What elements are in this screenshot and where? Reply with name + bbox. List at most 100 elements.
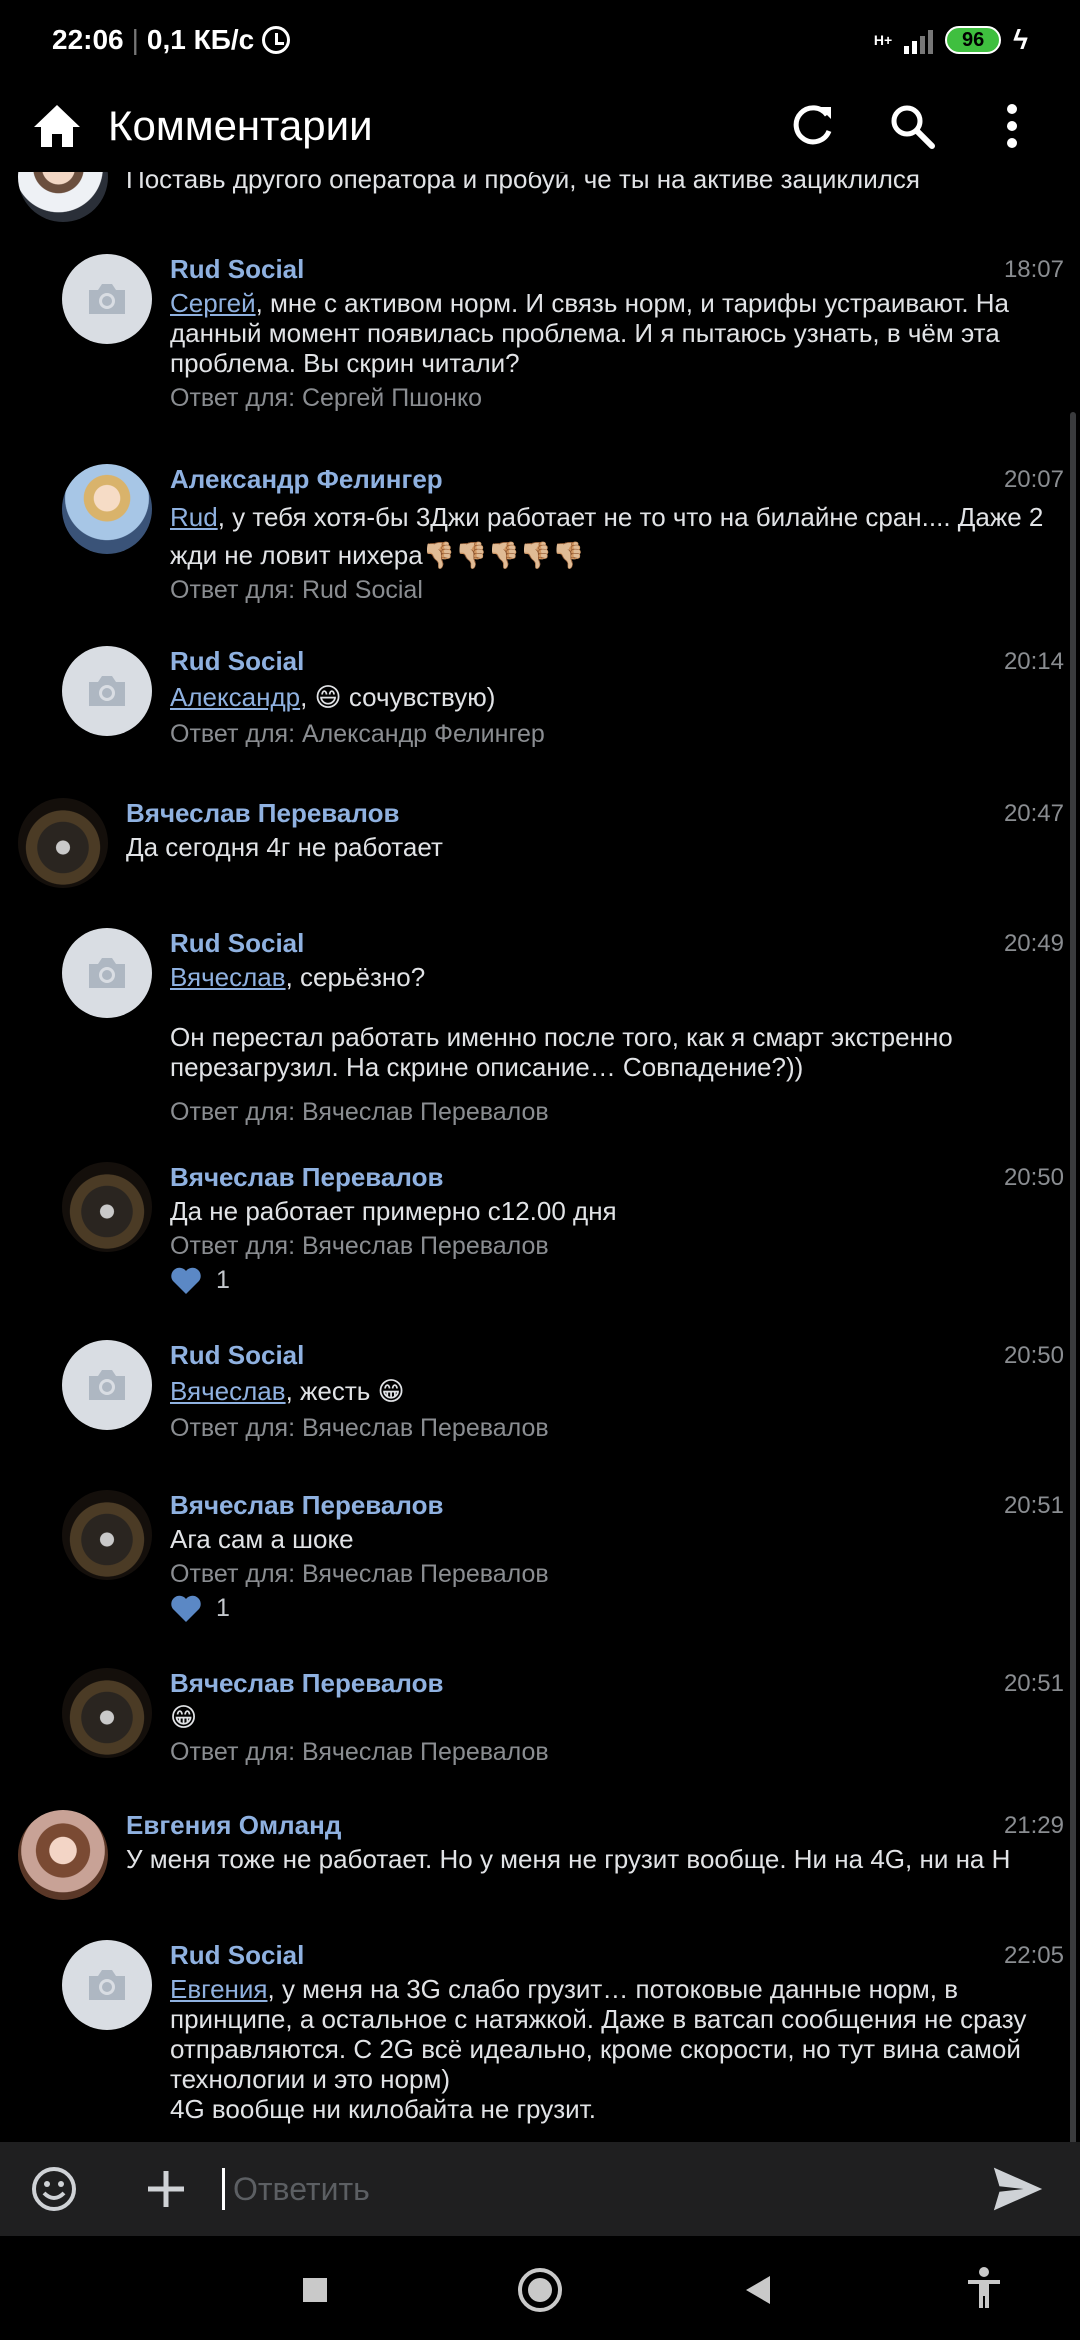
author-name[interactable]: Евгения Омланд <box>126 1810 341 1841</box>
avatar[interactable] <box>62 1940 152 2030</box>
mention-link[interactable]: Вячеслав <box>170 1376 286 1406</box>
comment-body: , мне с активом норм. И связь норм, и та… <box>170 288 1017 378</box>
comment-text: У меня тоже не работает. Но у меня не гр… <box>126 1844 1011 1874</box>
search-icon[interactable] <box>886 100 938 152</box>
avatar[interactable] <box>62 1162 152 1252</box>
mention-link[interactable]: Вячеслав <box>170 962 286 992</box>
comment-text-paragraph: Он перестал работать именно после того, … <box>170 1022 961 1082</box>
heart-icon <box>171 1267 201 1294</box>
home-icon[interactable] <box>28 97 86 155</box>
reply-to[interactable]: Ответ для: Вячеслав Перевалов <box>170 1560 549 1589</box>
status-bar: 22:06 | 0,1 КБ/с H+ 96 ϟ <box>0 0 1080 80</box>
author-name[interactable]: Вячеслав Перевалов <box>170 1668 443 1699</box>
comment-time: 22:05 <box>1003 1942 1064 1969</box>
like-count: 1 <box>216 1266 230 1294</box>
comment-time: 18:07 <box>1003 256 1064 283</box>
back-icon[interactable] <box>746 2276 770 2304</box>
thumbs-down-emoji: 👎🏼👎🏼👎🏼👎🏼👎🏼 <box>422 540 585 570</box>
comment-time: 21:29 <box>1003 1812 1064 1839</box>
emoji-icon[interactable] <box>28 2163 80 2215</box>
avatar[interactable] <box>18 172 108 222</box>
author-name[interactable]: Вячеслав Перевалов <box>170 1162 443 1193</box>
comment-time: 20:51 <box>1003 1670 1064 1697</box>
comment-text: Евгения, у меня на 3G слабо грузит… пото… <box>170 1974 1050 2124</box>
reply-to[interactable]: Ответ для: Вячеслав Перевалов <box>170 1232 549 1261</box>
app-bar: Комментарии <box>0 80 1080 172</box>
mention-link[interactable]: Евгения <box>170 1974 268 2004</box>
author-name[interactable]: Александр Фелингер <box>170 464 443 495</box>
author-name[interactable]: Вячеслав Перевалов <box>126 798 399 829</box>
avatar[interactable] <box>62 646 152 736</box>
author-name[interactable]: Вячеслав Перевалов <box>170 1490 443 1521</box>
comment-body: , серьёзно? <box>285 962 426 992</box>
status-time: 22:06 <box>52 24 124 55</box>
avatar[interactable] <box>62 1668 152 1758</box>
page-title: Комментарии <box>108 102 373 149</box>
avatar[interactable] <box>18 1810 108 1900</box>
comment-time: 20:49 <box>1003 930 1064 957</box>
comment-body: , у тебя хотя-бы 3Джи работает не то что… <box>170 502 1051 570</box>
reply-to[interactable]: Ответ для: Rud Social <box>170 576 423 605</box>
comment-body: , 😄 сочувствую) <box>300 682 496 712</box>
comment-text: Александр, 😄 сочувствую) <box>170 682 1050 712</box>
comments-feed[interactable]: Поставь другого оператора и пробуй, че т… <box>0 172 1080 2142</box>
comment-text: Да сегодня 4г не работает <box>126 832 443 862</box>
camera-icon <box>89 958 125 988</box>
comment-time: 20:51 <box>1003 1492 1064 1519</box>
author-name[interactable]: Rud Social <box>170 928 304 959</box>
avatar[interactable] <box>62 464 152 554</box>
comment-time: 20:50 <box>1003 1164 1064 1191</box>
comment-time: 20:07 <box>1003 466 1064 493</box>
like-button[interactable]: 1 <box>170 1266 230 1295</box>
signal-icon <box>904 26 934 54</box>
alarm-icon <box>262 26 291 54</box>
mention-link[interactable]: Сергей <box>170 288 256 318</box>
status-right: H+ 96 ϟ <box>874 24 1028 56</box>
avatar[interactable] <box>62 928 152 1018</box>
avatar[interactable] <box>18 798 108 888</box>
comment-time: 20:14 <box>1003 648 1064 675</box>
reply-to[interactable]: Ответ для: Вячеслав Перевалов <box>170 1414 549 1443</box>
camera-icon <box>89 1370 125 1400</box>
camera-icon <box>89 284 125 314</box>
author-name[interactable]: Rud Social <box>170 1340 304 1371</box>
attach-plus-icon[interactable] <box>140 2163 192 2215</box>
recents-icon[interactable] <box>303 2278 327 2302</box>
comment-text: Сергей, мне с активом норм. И связь норм… <box>170 288 1050 378</box>
comment-time: 20:47 <box>1003 800 1064 827</box>
charging-icon: ϟ <box>1013 24 1028 55</box>
avatar[interactable] <box>62 254 152 344</box>
status-separator: | <box>131 24 139 55</box>
avatar[interactable] <box>62 1490 152 1580</box>
camera-icon <box>89 1970 125 2000</box>
author-name[interactable]: Rud Social <box>170 646 304 677</box>
comment-body: , у меня на 3G слабо грузит… потоковые д… <box>170 1974 1027 2124</box>
like-count: 1 <box>216 1594 230 1622</box>
mention-link[interactable]: Rud <box>170 502 218 532</box>
comment-text: 😁 <box>170 1702 198 1732</box>
refresh-icon[interactable] <box>786 100 838 152</box>
reply-to[interactable]: Ответ для: Александр Фелингер <box>170 720 545 749</box>
heart-icon <box>171 1595 201 1622</box>
send-icon[interactable] <box>992 2163 1044 2215</box>
scrollbar[interactable] <box>1070 412 1076 2142</box>
comment-text: Ага сам а шоке <box>170 1524 354 1554</box>
mention-link[interactable]: Александр <box>170 682 300 712</box>
app-bar-actions <box>786 100 1052 152</box>
network-type: H+ <box>873 32 893 48</box>
reply-to[interactable]: Ответ для: Вячеслав Перевалов <box>170 1098 549 1127</box>
reply-to[interactable]: Ответ для: Вячеслав Перевалов <box>170 1738 549 1767</box>
comment-body: , жесть 😁 <box>285 1376 405 1406</box>
battery-icon: 96 <box>945 26 1002 54</box>
comment-text: Поставь другого оператора и пробуй, че т… <box>126 172 920 194</box>
reply-input-bar: Ответить <box>0 2142 1080 2236</box>
more-vert-icon[interactable] <box>986 100 1038 152</box>
home-nav-icon[interactable] <box>518 2268 562 2312</box>
avatar[interactable] <box>62 1340 152 1430</box>
author-name[interactable]: Rud Social <box>170 254 304 285</box>
reply-input[interactable]: Ответить <box>222 2168 992 2210</box>
accessibility-icon[interactable] <box>964 2266 1004 2310</box>
reply-to[interactable]: Ответ для: Сергей Пшонко <box>170 384 482 413</box>
like-button[interactable]: 1 <box>170 1594 230 1623</box>
author-name[interactable]: Rud Social <box>170 1940 304 1971</box>
